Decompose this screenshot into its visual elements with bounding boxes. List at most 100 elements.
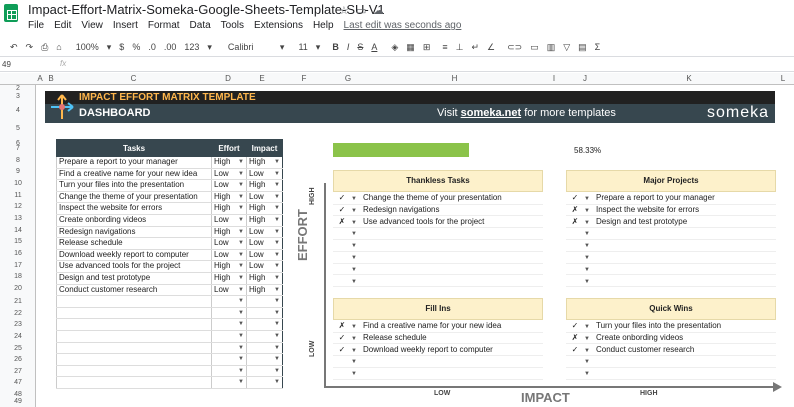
task-cell[interactable] bbox=[56, 307, 212, 320]
task-cell[interactable] bbox=[56, 342, 212, 355]
font-size-select[interactable]: 11 bbox=[294, 42, 311, 52]
menu-view[interactable]: View bbox=[81, 20, 103, 34]
quadrant-item[interactable]: ▼ bbox=[566, 240, 776, 252]
dropdown-arrow-icon[interactable]: ▼ bbox=[351, 243, 363, 249]
quadrant-item[interactable]: ▼ bbox=[333, 252, 543, 264]
effort-dropdown-cell[interactable]: ▼ bbox=[211, 353, 247, 366]
insert-comment-icon[interactable]: ▭ bbox=[526, 42, 543, 53]
dropdown-arrow-icon[interactable]: ▼ bbox=[584, 359, 596, 365]
move-folder-icon[interactable]: ▭ bbox=[356, 4, 366, 17]
status-mark[interactable]: ✓ bbox=[333, 193, 351, 202]
row-header[interactable]: 17 bbox=[0, 262, 36, 269]
impact-dropdown-cell[interactable]: ▼ bbox=[246, 365, 283, 378]
percent-button[interactable]: % bbox=[128, 42, 144, 52]
dropdown-arrow-icon[interactable]: ▼ bbox=[584, 231, 596, 237]
dropdown-arrow-icon[interactable]: ▼ bbox=[584, 336, 596, 342]
task-cell[interactable] bbox=[56, 365, 212, 378]
dropdown-arrow-icon[interactable]: ▼ bbox=[351, 359, 363, 365]
quadrant-item[interactable]: ▼ bbox=[566, 356, 776, 368]
task-cell[interactable]: Turn your files into the presentation bbox=[56, 179, 212, 192]
row-header[interactable]: 22 bbox=[0, 310, 36, 317]
status-mark[interactable]: ✓ bbox=[566, 345, 584, 354]
row-header[interactable]: 3 bbox=[0, 93, 36, 100]
effort-dropdown-cell[interactable]: ▼ Low bbox=[211, 237, 247, 250]
row-header[interactable]: 16 bbox=[0, 250, 36, 257]
text-wrap-icon[interactable]: ↵ bbox=[467, 42, 483, 53]
dropdown-arrow-icon[interactable]: ▼ bbox=[584, 255, 596, 261]
dropdown-arrow-icon[interactable]: ▼ bbox=[274, 285, 280, 295]
status-mark[interactable]: ✗ bbox=[333, 321, 351, 330]
paint-format-icon[interactable]: ⌂ bbox=[52, 42, 65, 52]
dropdown-arrow-icon[interactable]: ▼ bbox=[274, 377, 280, 387]
filter-views-icon[interactable]: ▤ bbox=[574, 42, 591, 53]
menu-insert[interactable]: Insert bbox=[113, 20, 138, 34]
dropdown-arrow-icon[interactable]: ▼ bbox=[584, 348, 596, 354]
dropdown-arrow-icon[interactable]: ▼ bbox=[274, 169, 280, 179]
task-cell[interactable]: Use advanced tools for the project bbox=[56, 260, 212, 273]
dropdown-arrow-icon[interactable]: ▼ bbox=[238, 296, 244, 306]
row-header[interactable]: 11 bbox=[0, 192, 36, 199]
number-format-button[interactable]: 123 bbox=[180, 42, 203, 52]
dropdown-arrow-icon[interactable]: ▼ bbox=[238, 354, 244, 364]
dropdown-arrow-icon[interactable]: ▼ bbox=[238, 308, 244, 318]
dropdown-arrow-icon[interactable]: ▼ bbox=[238, 180, 244, 190]
dropdown-arrow-icon[interactable]: ▼ bbox=[238, 285, 244, 295]
task-cell[interactable]: Design and test prototype bbox=[56, 272, 212, 285]
effort-dropdown-cell[interactable]: ▼ High bbox=[211, 191, 247, 204]
status-mark[interactable]: ✓ bbox=[566, 321, 584, 330]
dropdown-arrow-icon[interactable]: ▼ bbox=[238, 273, 244, 283]
dropdown-arrow-icon[interactable]: ▼ bbox=[238, 203, 244, 213]
insert-link-icon[interactable]: ⊂⊃ bbox=[503, 42, 526, 53]
status-mark[interactable]: ✗ bbox=[566, 333, 584, 342]
quadrant-item[interactable]: ✓ ▼ Release schedule bbox=[333, 333, 543, 345]
impact-dropdown-cell[interactable]: ▼ bbox=[246, 353, 283, 366]
dropdown-arrow-icon[interactable]: ▼ bbox=[274, 227, 280, 237]
dropdown-arrow-icon[interactable]: ▼ bbox=[238, 250, 244, 260]
status-mark[interactable]: ✓ bbox=[566, 193, 584, 202]
row-header[interactable]: 48 bbox=[0, 391, 36, 398]
impact-dropdown-cell[interactable]: ▼ Low bbox=[246, 226, 283, 239]
effort-dropdown-cell[interactable]: ▼ bbox=[211, 365, 247, 378]
impact-dropdown-cell[interactable]: ▼ bbox=[246, 307, 283, 320]
undo-icon[interactable]: ↶ bbox=[6, 42, 22, 53]
dropdown-arrow-icon[interactable]: ▼ bbox=[351, 279, 363, 285]
dropdown-arrow-icon[interactable]: ▼ bbox=[238, 192, 244, 202]
row-header[interactable]: 25 bbox=[0, 345, 36, 352]
effort-dropdown-cell[interactable]: ▼ High bbox=[211, 202, 247, 215]
dropdown-arrow-icon[interactable]: ▼ bbox=[584, 267, 596, 273]
task-cell[interactable] bbox=[56, 376, 212, 389]
cloud-status-icon[interactable]: ☁ bbox=[373, 4, 384, 17]
row-header[interactable]: 7 bbox=[0, 145, 36, 152]
someka-brand-logo[interactable]: someka bbox=[707, 104, 769, 122]
effort-dropdown-cell[interactable]: ▼ bbox=[211, 295, 247, 308]
task-cell[interactable]: Inspect the website for errors bbox=[56, 202, 212, 215]
text-color-button[interactable]: A bbox=[367, 42, 381, 52]
effort-dropdown-cell[interactable]: ▼ High bbox=[211, 226, 247, 239]
dropdown-arrow-icon[interactable]: ▼ bbox=[274, 273, 280, 283]
quadrant-item[interactable]: ▼ bbox=[333, 368, 543, 380]
task-cell[interactable]: Conduct customer research bbox=[56, 284, 212, 297]
horizontal-align-icon[interactable]: ≡ bbox=[438, 42, 451, 52]
row-header[interactable]: 2 bbox=[0, 85, 36, 92]
dropdown-arrow-icon[interactable]: ▼ bbox=[584, 220, 596, 226]
row-header[interactable]: 4 bbox=[0, 107, 36, 114]
dropdown-arrow-icon[interactable]: ▼ bbox=[584, 196, 596, 202]
row-header[interactable]: 21 bbox=[0, 298, 36, 305]
dropdown-arrow-icon[interactable]: ▼ bbox=[274, 308, 280, 318]
task-cell[interactable] bbox=[56, 353, 212, 366]
quadrant-item[interactable]: ✓ ▼ Change the theme of your presentation bbox=[333, 193, 543, 205]
dropdown-arrow-icon[interactable]: ▼ bbox=[238, 169, 244, 179]
effort-dropdown-cell[interactable]: ▼ Low bbox=[211, 179, 247, 192]
menu-data[interactable]: Data bbox=[190, 20, 211, 34]
dropdown-arrow-icon[interactable]: ▼ bbox=[351, 220, 363, 226]
quadrant-item[interactable]: ✗ ▼ Inspect the website for errors bbox=[566, 205, 776, 217]
column-header[interactable]: J bbox=[566, 74, 604, 83]
star-icon[interactable]: ☆ bbox=[339, 4, 349, 17]
dropdown-arrow-icon[interactable]: ▼ bbox=[274, 180, 280, 190]
row-header[interactable]: 10 bbox=[0, 180, 36, 187]
column-header[interactable]: G bbox=[329, 74, 367, 83]
currency-button[interactable]: $ bbox=[115, 42, 128, 52]
quadrant-item[interactable]: ✓ ▼ Conduct customer research bbox=[566, 345, 776, 357]
sheets-logo-icon[interactable] bbox=[4, 4, 18, 22]
quadrant-item[interactable]: ▼ bbox=[566, 252, 776, 264]
